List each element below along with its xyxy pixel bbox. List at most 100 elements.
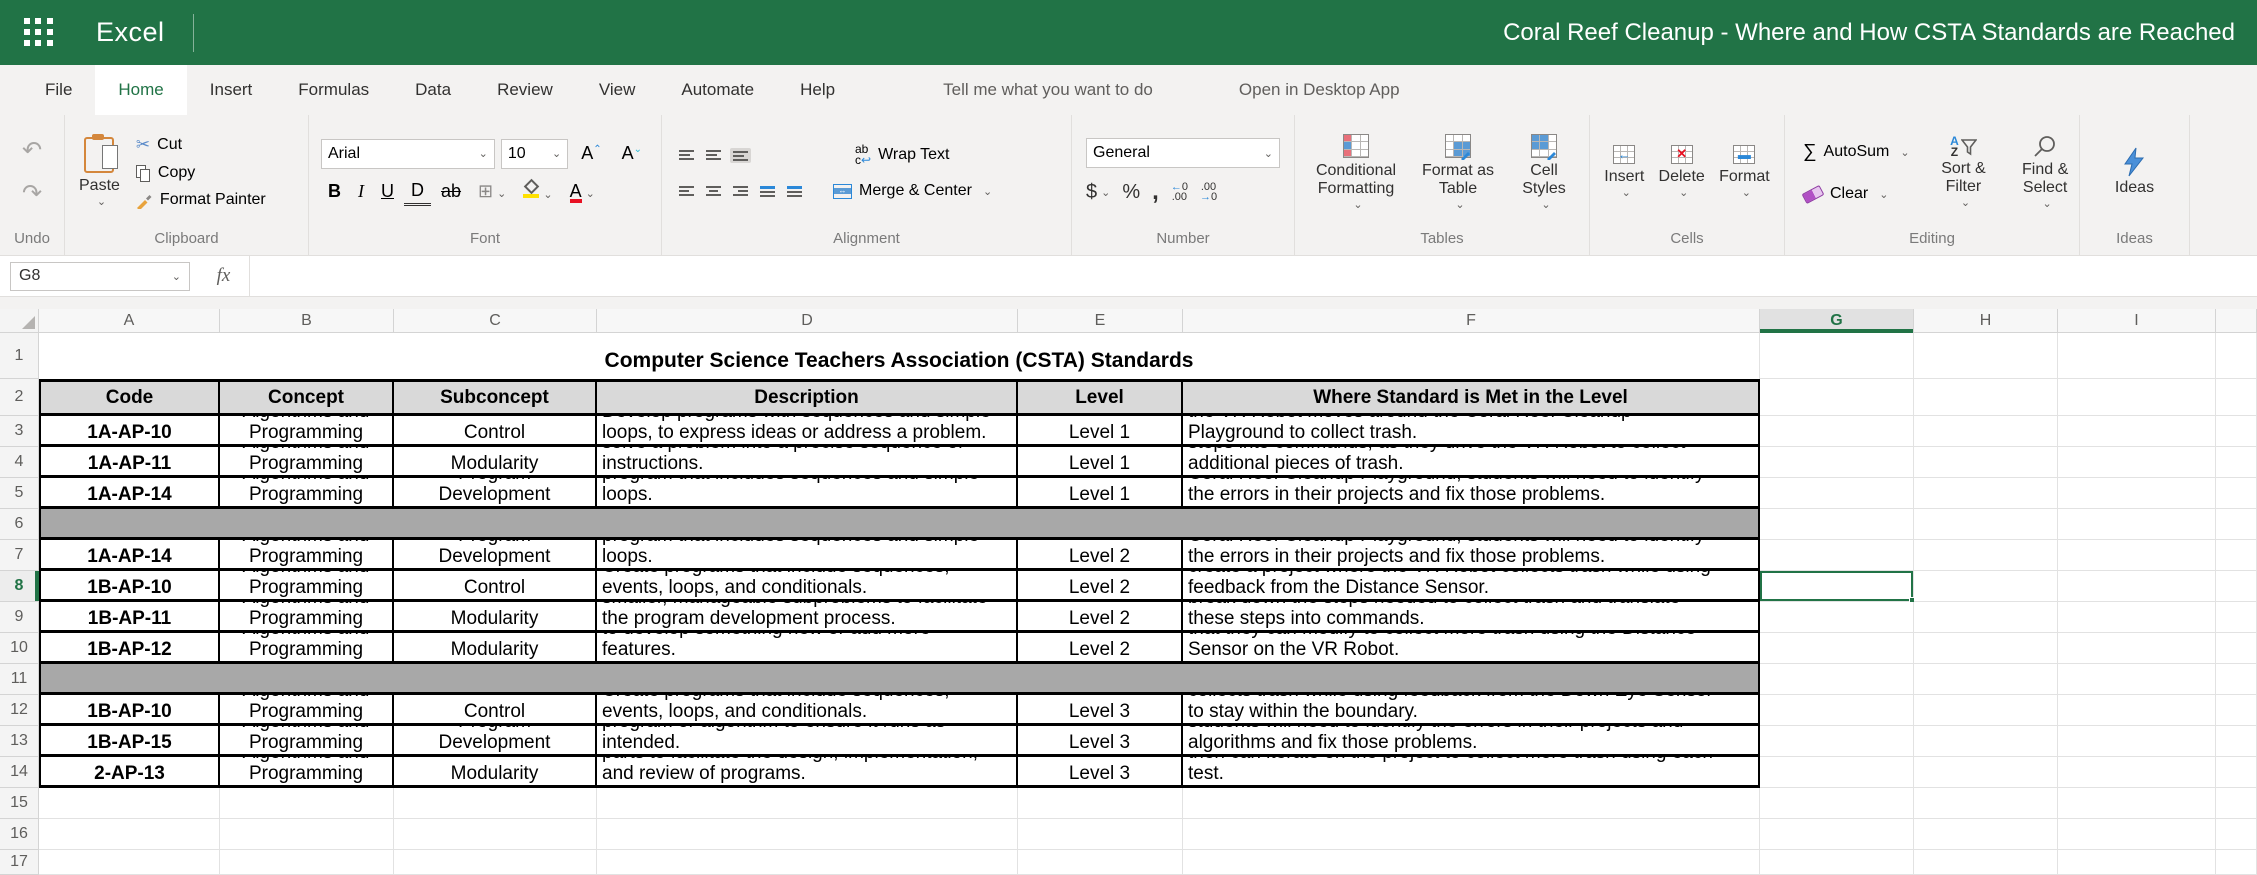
cell-partial16[interactable] [2216, 819, 2257, 850]
font-size-select[interactable]: 10⌄ [501, 139, 568, 169]
cell-D4[interactable]: solve a problem into a precise sequence … [597, 447, 1018, 478]
cell-C9[interactable]: Modularity [394, 602, 597, 633]
column-header-G[interactable]: G [1760, 309, 1914, 333]
table-header-level[interactable]: Level [1018, 379, 1183, 416]
row-header-14[interactable]: 14 [0, 757, 39, 788]
cell-D13[interactable]: program or algorithm to ensure it runs a… [597, 726, 1018, 757]
cell-D3[interactable]: Develop programs with sequences and simp… [597, 416, 1018, 447]
cell-H7[interactable] [1914, 540, 2058, 571]
bold-button[interactable]: B [321, 179, 348, 204]
tab-insert[interactable]: Insert [187, 65, 276, 115]
clear-button[interactable]: Clear⌄ [1797, 182, 1916, 206]
cell-D7[interactable]: program that includes sequences and simp… [597, 540, 1018, 571]
cell-C10[interactable]: Modularity [394, 633, 597, 664]
cell-H4[interactable] [1914, 447, 2058, 478]
cell-F16[interactable] [1183, 819, 1760, 850]
column-header-E[interactable]: E [1018, 309, 1183, 333]
cell-H15[interactable] [1914, 788, 2058, 819]
cell-G11[interactable] [1760, 664, 1914, 695]
cell-D8[interactable]: Create programs that include sequences,e… [597, 571, 1018, 602]
cell-F14[interactable]: then can iterate on the project to colle… [1183, 757, 1760, 788]
cell-H8[interactable] [1914, 571, 2058, 602]
cell-E15[interactable] [1018, 788, 1183, 819]
cell-G7[interactable] [1760, 540, 1914, 571]
number-format-select[interactable]: General⌄ [1086, 138, 1280, 168]
increase-decimal-button[interactable]: ←0.00 [1171, 182, 1188, 202]
cell-partial5[interactable] [2216, 478, 2257, 509]
insert-cells-button[interactable]: ← Insert⌄ [1604, 145, 1644, 199]
format-as-table-button[interactable]: Format as Table⌄ [1417, 134, 1499, 211]
row-header-9[interactable]: 9 [0, 602, 39, 633]
row-header-8[interactable]: 8 [0, 571, 39, 602]
cell-G2[interactable] [1760, 379, 1914, 416]
cell-E5[interactable]: Level 1 [1018, 478, 1183, 509]
cell-G16[interactable] [1760, 819, 1914, 850]
cell-I16[interactable] [2058, 819, 2216, 850]
cell-I4[interactable] [2058, 447, 2216, 478]
cell-G6[interactable] [1760, 509, 1914, 540]
selected-cell-G8[interactable] [1760, 571, 1914, 602]
cell-E14[interactable]: Level 3 [1018, 757, 1183, 788]
cell-B12[interactable]: Algorithms andProgramming [220, 695, 394, 726]
cell-H14[interactable] [1914, 757, 2058, 788]
middle-align-button[interactable] [703, 148, 724, 163]
cell-partial10[interactable] [2216, 633, 2257, 664]
cell-E10[interactable]: Level 2 [1018, 633, 1183, 664]
row-header-7[interactable]: 7 [0, 540, 39, 571]
select-all-corner[interactable] [0, 309, 39, 333]
cell-G13[interactable] [1760, 726, 1914, 757]
table-header-description[interactable]: Description [597, 379, 1018, 416]
cut-button[interactable]: ✂ Cut [130, 132, 272, 158]
row-header-16[interactable]: 16 [0, 819, 39, 850]
cell-F15[interactable] [1183, 788, 1760, 819]
cell-I11[interactable] [2058, 664, 2216, 695]
cell-E8[interactable]: Level 2 [1018, 571, 1183, 602]
cell-A4[interactable]: 1A-AP-11 [39, 447, 220, 478]
separator-row-6[interactable] [39, 509, 1760, 540]
column-header-F[interactable]: F [1183, 309, 1760, 333]
decrease-decimal-button[interactable]: .00→0 [1200, 182, 1217, 202]
cell-C5[interactable]: ProgramDevelopment [394, 478, 597, 509]
cell-I2[interactable] [2058, 379, 2216, 416]
increase-font-size-button[interactable]: A⌃ [574, 141, 608, 166]
column-header-C[interactable]: C [394, 309, 597, 333]
cell-G17[interactable] [1760, 850, 1914, 875]
tab-help[interactable]: Help [777, 65, 858, 115]
separator-row-11[interactable] [39, 664, 1760, 695]
cell-partial12[interactable] [2216, 695, 2257, 726]
align-left-button[interactable] [676, 184, 697, 199]
cell-C8[interactable]: Control [394, 571, 597, 602]
cell-E16[interactable] [1018, 819, 1183, 850]
cell-I7[interactable] [2058, 540, 2216, 571]
cell-F9[interactable]: break down the steps needed to collect t… [1183, 602, 1760, 633]
format-painter-button[interactable]: Format Painter [130, 188, 272, 212]
cell-I13[interactable] [2058, 726, 2216, 757]
copy-button[interactable]: Copy [130, 161, 272, 185]
tab-home[interactable]: Home [95, 65, 186, 115]
row-header-5[interactable]: 5 [0, 478, 39, 509]
double-underline-button[interactable]: D [404, 178, 431, 206]
cell-G9[interactable] [1760, 602, 1914, 633]
cell-D16[interactable] [597, 819, 1018, 850]
cell-G14[interactable] [1760, 757, 1914, 788]
cell-I15[interactable] [2058, 788, 2216, 819]
row-header-1[interactable]: 1 [0, 333, 39, 379]
paste-dropdown-chevron-icon[interactable]: ⌄ [97, 195, 106, 208]
cell-H13[interactable] [1914, 726, 2058, 757]
decrease-indent-button[interactable] [757, 184, 778, 199]
column-header-I[interactable]: I [2058, 309, 2216, 333]
cell-A13[interactable]: 1B-AP-15 [39, 726, 220, 757]
conditional-formatting-button[interactable]: Conditional Formatting⌄ [1308, 134, 1404, 211]
cell-A7[interactable]: 1A-AP-14 [39, 540, 220, 571]
row-header-11[interactable]: 11 [0, 664, 39, 695]
row-header-10[interactable]: 10 [0, 633, 39, 664]
cell-F13[interactable]: students will need to identify the error… [1183, 726, 1760, 757]
cell-A17[interactable] [39, 850, 220, 875]
cell-G12[interactable] [1760, 695, 1914, 726]
cell-H3[interactable] [1914, 416, 2058, 447]
cell-partial13[interactable] [2216, 726, 2257, 757]
cell-H5[interactable] [1914, 478, 2058, 509]
cell-H17[interactable] [1914, 850, 2058, 875]
cell-E13[interactable]: Level 3 [1018, 726, 1183, 757]
underline-button[interactable]: U [374, 179, 401, 204]
